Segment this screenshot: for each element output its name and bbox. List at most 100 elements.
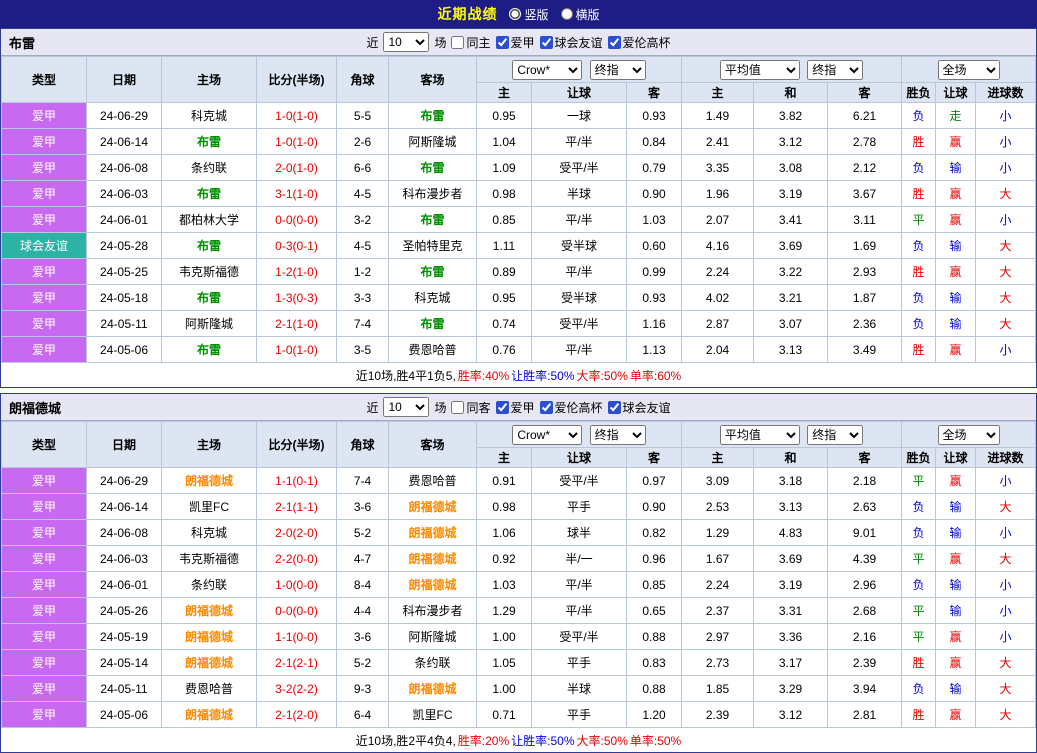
summary-segment: 单率:60%: [629, 368, 682, 383]
date-cell: 24-05-25: [86, 258, 162, 285]
score-cell: 0-0(0-0): [256, 597, 337, 624]
goals-result-cell: 小: [975, 336, 1037, 363]
same-away-checkbox[interactable]: [451, 400, 465, 414]
euro-home-odds-cell: 1.49: [681, 102, 755, 129]
away-team-cell: 科克城: [388, 284, 477, 311]
competition-type-cell: 爱甲: [1, 545, 87, 572]
asian-home-odds-cell: 1.00: [476, 675, 532, 702]
team-section-bray: 布雷 近 10 场 同主 爱甲 球会友谊 爱伦高杯 类型 日期 主场 比分(半场…: [0, 28, 1037, 388]
checkbox-label: 球会友谊: [622, 400, 671, 415]
score-cell: 2-2(0-0): [256, 545, 337, 572]
euro-home-odds-cell: 1.85: [681, 675, 755, 702]
col-header-corner: 角球: [336, 421, 389, 468]
avg-type-select[interactable]: 平均值: [719, 424, 800, 445]
corner-cell: 3-5: [336, 336, 389, 363]
match-row: 爱甲 24-05-11 阿斯隆城 2-1(1-0) 7-4 布雷 0.74 受平/半 1.16 2…: [1, 310, 1037, 337]
euro-draw-odds-cell: 3.08: [753, 154, 829, 181]
euro-draw-odds-cell: 3.31: [753, 597, 829, 624]
team-section-longford: 朗福德城 近 10 场 同客 爱甲 爱伦高杯 球会友谊 类型 日期 主场 比分(…: [0, 393, 1037, 753]
euro-draw-odds-cell: 3.19: [753, 180, 829, 207]
goals-result-cell: 小: [975, 519, 1037, 546]
euro-home-odds-cell: 2.87: [681, 310, 755, 337]
filter-checkbox-league3[interactable]: 爱伦高杯: [607, 34, 671, 51]
date-cell: 24-05-11: [86, 310, 162, 337]
home-team-cell: 朗福德城: [161, 597, 257, 624]
horizontal-radio-input[interactable]: [560, 8, 573, 20]
league3-checkbox[interactable]: [607, 35, 621, 49]
handicap-result-cell: 赢: [935, 336, 977, 363]
euro-draw-odds-cell: 3.69: [753, 545, 829, 572]
avg-stage-select[interactable]: 终指: [807, 59, 864, 80]
euro-draw-odds-cell: 3.18: [753, 467, 829, 494]
euro-home-odds-cell: 2.53: [681, 493, 755, 520]
euro-away-odds-cell: 1.69: [827, 232, 903, 259]
asian-odds-selects: Crow* 终指: [475, 56, 683, 83]
asian-home-odds-cell: 0.92: [476, 545, 532, 572]
team-name: 布雷: [9, 35, 36, 51]
match-count-select[interactable]: 10: [383, 32, 430, 52]
asian-away-odds-cell: 0.90: [625, 493, 683, 520]
handicap-line-cell: 半球: [531, 180, 627, 207]
col-header-asian-away: 客: [625, 447, 683, 468]
filter-checkbox-league3[interactable]: 球会友谊: [607, 399, 671, 416]
home-team-cell: 布雷: [161, 128, 257, 155]
filter-checkbox-same-away[interactable]: 同客: [451, 399, 491, 416]
euro-home-odds-cell: 1.29: [681, 519, 755, 546]
handicap-result-cell: 走: [935, 102, 977, 129]
avg-stage-select[interactable]: 终指: [807, 424, 864, 445]
same-home-checkbox[interactable]: [451, 35, 465, 49]
near-label: 近: [366, 35, 379, 50]
col-header-euro-draw: 和: [753, 447, 829, 468]
score-cell: 2-1(1-1): [256, 493, 337, 520]
goals-result-cell: 小: [975, 467, 1037, 494]
odds-company-select[interactable]: Crow*: [512, 424, 583, 445]
col-header-result: 胜负: [901, 447, 937, 468]
competition-type-cell: 爱甲: [1, 701, 87, 728]
asian-away-odds-cell: 0.85: [625, 571, 683, 598]
odds-company-select[interactable]: Crow*: [512, 59, 583, 80]
filter-checkbox-same-home[interactable]: 同主: [451, 34, 491, 51]
competition-type-cell: 爱甲: [1, 571, 87, 598]
result-cell: 负: [901, 102, 937, 129]
corner-cell: 5-5: [336, 102, 389, 129]
away-team-cell: 科布漫步者: [388, 597, 477, 624]
handicap-line-cell: 平/半: [531, 206, 627, 233]
date-cell: 24-06-03: [86, 545, 162, 572]
date-cell: 24-05-11: [86, 675, 162, 702]
result-cell: 负: [901, 310, 937, 337]
layout-radio-vertical[interactable]: 竖版: [509, 6, 549, 23]
avg-type-select[interactable]: 平均值: [719, 59, 800, 80]
home-team-cell: 韦克斯福德: [161, 258, 257, 285]
date-cell: 24-06-03: [86, 180, 162, 207]
league2-checkbox[interactable]: [539, 35, 553, 49]
handicap-result-cell: 赢: [935, 258, 977, 285]
goals-result-cell: 大: [975, 310, 1037, 337]
goals-result-cell: 大: [975, 675, 1037, 702]
match-row: 爱甲 24-06-08 科克城 2-0(2-0) 5-2 朗福德城 1.06 球半 0.82 1.…: [1, 519, 1037, 546]
col-header-handicap: 让球: [531, 82, 627, 103]
euro-draw-odds-cell: 3.82: [753, 102, 829, 129]
score-cell: 1-3(0-3): [256, 284, 337, 311]
league1-checkbox[interactable]: [495, 400, 509, 414]
asian-away-odds-cell: 1.16: [625, 310, 683, 337]
odds-stage-select[interactable]: 终指: [589, 424, 646, 445]
filter-checkbox-league2[interactable]: 爱伦高杯: [539, 399, 603, 416]
matches-table: 类型 日期 主场 比分(半场) 角球 客场 Crow* 终指 平均值 终指 全场…: [1, 421, 1037, 728]
vertical-radio-input[interactable]: [509, 8, 522, 20]
layout-radio-horizontal[interactable]: 横版: [560, 6, 600, 23]
filter-checkbox-league1[interactable]: 爱甲: [495, 34, 535, 51]
league3-checkbox[interactable]: [607, 400, 621, 414]
scope-select[interactable]: 全场: [937, 59, 1000, 80]
league1-checkbox[interactable]: [495, 35, 509, 49]
competition-type-cell: 爱甲: [1, 493, 87, 520]
asian-home-odds-cell: 1.11: [476, 232, 532, 259]
scope-select[interactable]: 全场: [937, 424, 1000, 445]
league2-checkbox[interactable]: [539, 400, 553, 414]
filter-checkbox-league2[interactable]: 球会友谊: [539, 34, 603, 51]
odds-stage-select[interactable]: 终指: [589, 59, 646, 80]
home-team-cell: 凯里FC: [161, 493, 257, 520]
home-team-cell: 布雷: [161, 232, 257, 259]
filter-checkbox-league1[interactable]: 爱甲: [495, 399, 535, 416]
match-count-select[interactable]: 10: [383, 397, 430, 417]
result-cell: 胜: [901, 128, 937, 155]
